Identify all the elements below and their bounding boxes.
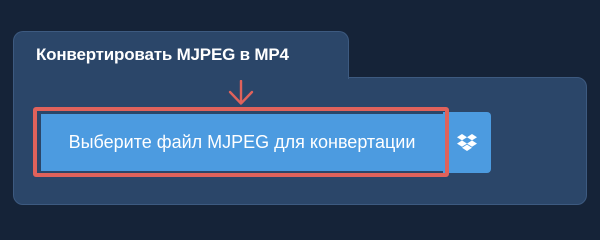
dropbox-icon (457, 133, 477, 151)
tab-joint (14, 74, 348, 80)
converter-title: Конвертировать MJPEG в MP4 (36, 45, 289, 64)
arrow-down-icon (228, 80, 254, 105)
dropbox-button[interactable] (443, 112, 491, 173)
highlight-frame (33, 107, 449, 177)
converter-tab: Конвертировать MJPEG в MP4 (13, 31, 349, 79)
